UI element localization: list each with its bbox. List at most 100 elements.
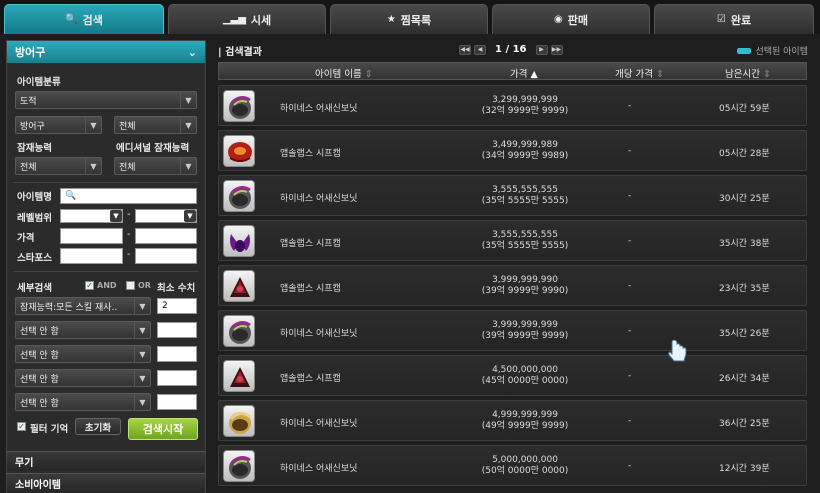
price-korean: (39억 9999만 9999) <box>481 331 569 341</box>
starforce-min-input[interactable] <box>60 248 123 264</box>
price-number: 3,555,555,555 <box>492 185 558 195</box>
pagination: ◀◀ ◀ 1 / 16 ▶ ▶▶ <box>459 44 563 55</box>
chevron-down-icon: ▼ <box>134 298 150 314</box>
option-min-input-5[interactable] <box>157 394 197 410</box>
price-min-input[interactable] <box>60 228 123 244</box>
price-korean: (45억 0000만 0000) <box>481 376 569 386</box>
item-price: 3,999,999,999 (39억 9999만 9999) <box>465 320 585 342</box>
chevron-down-icon: ▼ <box>134 370 150 386</box>
item-name-input[interactable]: 🔍 <box>60 188 197 204</box>
level-max-select[interactable]: ▼ <box>135 209 197 223</box>
result-row[interactable]: 앱솔랩스 시프캡 3,999,999,990 (39억 9999만 9990) - 23… <box>218 265 807 306</box>
item-price: 4,999,999,999 (49억 9999만 9999) <box>465 410 585 432</box>
option-select-2[interactable]: 선택 안 함 ▼ <box>15 321 151 339</box>
potential-select-value: 전체 <box>20 162 37 173</box>
chevron-down-icon: ▼ <box>134 346 150 362</box>
cap-red-icon <box>223 135 255 167</box>
and-label: AND <box>97 281 117 290</box>
option-select-4[interactable]: 선택 안 함 ▼ <box>15 369 151 387</box>
hand-cursor-icon <box>668 340 687 362</box>
option-select-1[interactable]: 잠재능력:모든 스킬 재사.. ▼ <box>15 297 151 315</box>
unit-price: - <box>628 146 632 156</box>
slot-select[interactable]: 방어구 ▼ <box>15 116 102 134</box>
column-header-price[interactable]: 가격 ▲ <box>510 66 538 80</box>
item-price: 3,999,999,990 (39억 9999만 9990) <box>465 275 585 297</box>
selected-swatch <box>737 47 752 54</box>
tab-label: 검색 <box>82 13 103 27</box>
tab-complete[interactable]: ☑ 완료 <box>654 4 814 34</box>
option-select-5[interactable]: 선택 안 함 ▼ <box>15 393 151 411</box>
column-header-unit-price[interactable]: 개당 가격 ⇕ <box>615 66 664 80</box>
option-min-input-2[interactable] <box>157 322 197 338</box>
time-left: 35시간 38분 <box>719 239 770 249</box>
result-row[interactable]: 하이네스 어새신보닛 4,999,999,999 (49억 9999만 9999) -… <box>218 400 807 441</box>
divider <box>13 182 199 183</box>
level-min-select[interactable]: ▼ <box>60 209 123 223</box>
category-consumable[interactable]: 소비아이템 <box>7 473 205 493</box>
potential-select[interactable]: 전체 ▼ <box>15 157 102 175</box>
price-number: 4,500,000,000 <box>492 365 558 375</box>
first-page-icon[interactable]: ◀◀ <box>459 44 471 55</box>
result-row[interactable]: 하이네스 어새신보닛 3,555,555,555 (35억 5555만 5555) -… <box>218 175 807 216</box>
last-page-icon[interactable]: ▶▶ <box>550 44 563 55</box>
detail-search-label: 세부검색 <box>17 283 52 294</box>
time-left: 05시간 28분 <box>719 149 770 159</box>
tab-wishlist[interactable]: ★ 찜목록 <box>330 4 488 34</box>
starforce-max-input[interactable] <box>135 248 197 264</box>
price-korean: (39억 9999만 9990) <box>481 286 569 296</box>
result-row[interactable]: 하이네스 어새신보닛 5,000,000,000 (50억 0000만 0000) -… <box>218 445 807 486</box>
chevron-down-icon: ▼ <box>184 210 196 222</box>
price-korean: (35억 5555만 5555) <box>481 196 569 206</box>
results-title: | 검색결과 <box>218 47 262 58</box>
chevron-down-icon: ▼ <box>85 117 101 133</box>
column-header-name[interactable]: 아이템 이름 ⇕ <box>315 66 373 80</box>
price-korean: (32억 9999만 9999) <box>481 106 569 116</box>
and-checkbox[interactable]: ✓ <box>85 281 94 290</box>
additional-potential-select-value: 전체 <box>119 162 136 173</box>
subtype-select[interactable]: 전체 ▼ <box>114 116 197 134</box>
checkbox-icon: ☑ <box>716 14 726 25</box>
item-name: 하이네스 어새신보닛 <box>280 329 358 339</box>
prev-page-icon[interactable]: ◀ <box>474 44 486 55</box>
price-number: 3,499,999,989 <box>492 140 558 150</box>
selected-legend-label: 선택된 아이템 <box>755 47 808 57</box>
selected-item-legend: 선택된 아이템 <box>737 44 808 57</box>
reset-button[interactable]: 초기화 <box>75 418 121 435</box>
result-row[interactable]: 앱솔랩스 시프캡 3,555,555,555 (35억 5555만 5555) - 35… <box>218 220 807 261</box>
job-select[interactable]: 도적 ▼ <box>15 91 197 109</box>
unit-price: - <box>628 326 632 336</box>
result-row[interactable]: 앱솔랩스 시프캡 3,499,999,989 (34억 9999만 9989) - 05… <box>218 130 807 171</box>
result-row[interactable]: 하이네스 어새신보닛 3,999,999,999 (39억 9999만 9999) -… <box>218 310 807 351</box>
search-start-button[interactable]: 검색시작 <box>128 418 198 440</box>
result-row[interactable]: 앱솔랩스 시프캡 4,500,000,000 (45억 0000만 0000) - 26… <box>218 355 807 396</box>
item-price: 3,499,999,989 (34억 9999만 9989) <box>465 140 585 162</box>
result-row[interactable]: 하이네스 어새신보닛 3,299,999,999 (32억 9999만 9999) -… <box>218 85 807 126</box>
item-price: 3,555,555,555 (35억 5555만 5555) <box>465 230 585 252</box>
sort-icon: ⇕ <box>763 69 771 80</box>
option-select-value: 선택 안 함 <box>20 374 59 385</box>
chevron-down-icon: ▼ <box>180 158 196 174</box>
or-checkbox[interactable] <box>126 281 135 290</box>
slot-select-value: 방어구 <box>20 121 45 132</box>
tab-price[interactable]: ▁▃▅ 시세 <box>168 4 326 34</box>
tab-sell[interactable]: ◉ 판매 <box>492 4 650 34</box>
price-number: 3,555,555,555 <box>492 230 558 240</box>
item-name: 하이네스 어새신보닛 <box>280 104 358 114</box>
bar-chart-icon: ▁▃▅ <box>222 14 246 25</box>
filter-memory-checkbox[interactable]: ✓ <box>17 422 26 431</box>
unit-price: - <box>628 191 632 201</box>
price-max-input[interactable] <box>135 228 197 244</box>
column-header-price-text: 가격 <box>510 69 528 80</box>
option-select-3[interactable]: 선택 안 함 ▼ <box>15 345 151 363</box>
next-page-icon[interactable]: ▶ <box>535 44 548 55</box>
option-min-input-1[interactable]: 2 <box>157 298 197 314</box>
option-min-input-4[interactable] <box>157 370 197 386</box>
chevron-down-icon: ▼ <box>134 394 150 410</box>
tab-search[interactable]: 🔍 검색 <box>4 4 164 34</box>
column-header-time-left[interactable]: 남은시간 ⇕ <box>725 66 771 80</box>
category-weapon[interactable]: 무기 <box>7 451 205 471</box>
option-min-input-3[interactable] <box>157 346 197 362</box>
job-select-value: 도적 <box>20 96 37 107</box>
category-header-armor[interactable]: 방어구 ⌄ <box>7 41 205 63</box>
additional-potential-select[interactable]: 전체 ▼ <box>114 157 197 175</box>
